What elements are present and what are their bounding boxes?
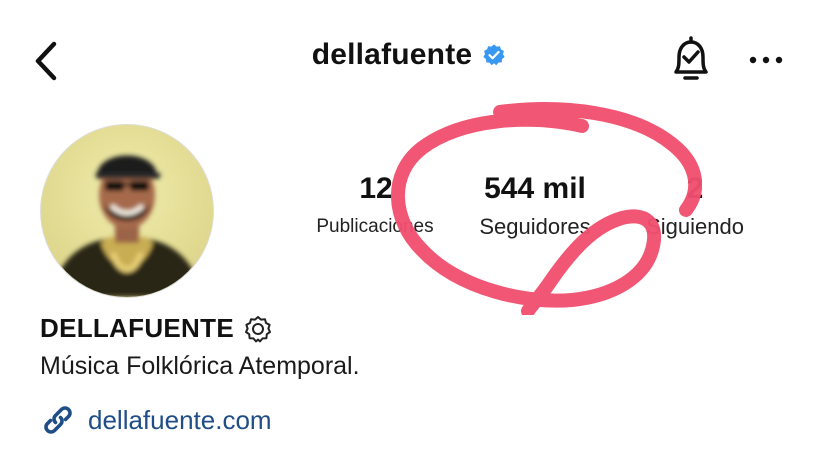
link-icon bbox=[44, 406, 72, 434]
following-count[interactable]: 2 bbox=[625, 172, 765, 206]
annotation-circle bbox=[391, 102, 702, 315]
following-label[interactable]: Siguiendo bbox=[622, 214, 768, 240]
posts-label: Publicaciones bbox=[316, 216, 434, 237]
display-name: DELLAFUENTE bbox=[40, 313, 234, 343]
gear-badge-icon[interactable] bbox=[244, 315, 272, 343]
verified-icon bbox=[483, 44, 505, 66]
profile-link[interactable]: dellafuente.com bbox=[40, 402, 272, 438]
avatar[interactable] bbox=[40, 124, 214, 298]
display-name-row: DELLAFUENTE bbox=[40, 313, 272, 344]
more-horizontal-icon[interactable] bbox=[748, 54, 784, 66]
followers-label[interactable]: Seguidores bbox=[458, 214, 612, 240]
bell-check-icon[interactable] bbox=[668, 34, 714, 84]
followers-count[interactable]: 544 mil bbox=[460, 172, 610, 206]
username-title: dellafuente bbox=[311, 38, 473, 71]
bio-text: Música Folklórica Atemporal. bbox=[40, 352, 360, 380]
link-text[interactable]: dellafuente.com bbox=[88, 405, 272, 436]
avatar-image bbox=[41, 125, 213, 297]
posts-count: 12 bbox=[359, 172, 393, 205]
